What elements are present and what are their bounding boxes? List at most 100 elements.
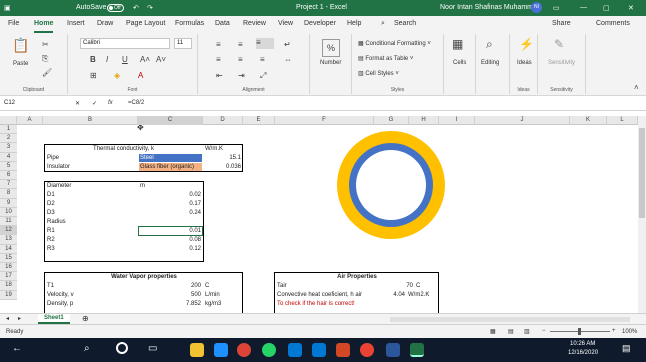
cell-c14[interactable]: 0.12	[139, 245, 202, 253]
cell-b18[interactable]: Velocity, v	[46, 291, 136, 299]
format-as-table-button[interactable]: ▤ Format as Table ˅	[358, 55, 413, 62]
powerpoint-icon[interactable]	[336, 343, 350, 357]
tab-help[interactable]: Help	[347, 20, 361, 27]
borders-icon[interactable]: ⊞	[90, 71, 97, 81]
align-left-icon[interactable]: ≡	[216, 55, 221, 65]
search-box[interactable]: Search	[394, 20, 416, 27]
cell-h17[interactable]: 70	[386, 282, 414, 290]
cell-d3[interactable]: W/m.K	[204, 145, 242, 153]
row-header[interactable]: 1	[0, 125, 17, 135]
cell-c13[interactable]: 0.08	[139, 236, 202, 244]
avatar[interactable]: NI	[531, 2, 542, 13]
page-break-view-icon[interactable]: ▥	[524, 328, 530, 335]
cell-styles-button[interactable]: ▥ Cell Styles ˅	[358, 70, 399, 77]
insert-function-icon[interactable]: fx	[108, 100, 113, 106]
file-explorer-icon[interactable]	[190, 343, 204, 357]
cell-c4[interactable]: Steel	[139, 154, 202, 162]
ribbon-display-icon[interactable]: ▭	[553, 4, 560, 12]
cell-b19[interactable]: Density, p	[46, 300, 136, 308]
maximize-icon[interactable]: ▢	[603, 4, 610, 12]
tab-page-layout[interactable]: Page Layout	[126, 20, 165, 27]
whatsapp-icon[interactable]	[262, 343, 276, 357]
cell-c5[interactable]: Glass fiber (organic)	[139, 163, 202, 171]
editing-icon[interactable]: ⌕	[486, 38, 493, 50]
cell-c8[interactable]: 0.02	[139, 191, 202, 199]
copy-icon[interactable]: ⎘	[42, 54, 48, 64]
cell-d18[interactable]: L/min	[204, 291, 242, 299]
align-middle-icon[interactable]: ≡	[238, 40, 243, 50]
number-button[interactable]: Number	[320, 60, 341, 66]
cell-b3[interactable]: Thermal conductivity, k	[46, 145, 201, 153]
notifications-icon[interactable]: ▤	[622, 343, 631, 354]
worksheet-grid[interactable]: 1 2 3 4 5 6 7 8 9 10 11 12 13 14 15 16 1…	[0, 125, 638, 313]
col-F[interactable]: F	[275, 116, 374, 125]
tab-draw[interactable]: Draw	[97, 20, 113, 27]
cells-button[interactable]: Cells	[453, 60, 466, 66]
save-icon[interactable]: ▣	[4, 4, 11, 12]
mail-icon[interactable]	[288, 343, 302, 357]
ideas-icon[interactable]: ⚡	[519, 38, 534, 50]
comments-button[interactable]: Comments	[596, 20, 630, 27]
cell-b14[interactable]: R3	[46, 245, 136, 253]
col-K[interactable]: K	[570, 116, 607, 125]
select-all-corner[interactable]	[0, 116, 17, 125]
underline-button[interactable]: U	[122, 55, 128, 65]
page-layout-view-icon[interactable]: ▤	[508, 328, 514, 335]
align-bottom-icon[interactable]: ≡	[256, 38, 274, 49]
row-header[interactable]: 8	[0, 189, 17, 199]
cell-f19[interactable]: To check if the hair is correct!	[276, 300, 438, 308]
bold-button[interactable]: B	[90, 55, 96, 65]
cell-d5[interactable]: 0.036	[204, 163, 242, 171]
number-format-icon[interactable]: %	[322, 39, 340, 57]
cell-c17[interactable]: 200	[139, 282, 202, 290]
tab-file[interactable]: File	[8, 20, 19, 27]
cell-b11[interactable]: Radius	[46, 218, 136, 226]
cell-b5[interactable]: Insulator	[46, 163, 136, 171]
ideas-button[interactable]: Ideas	[517, 60, 532, 66]
tab-view[interactable]: View	[278, 20, 293, 27]
tab-data[interactable]: Data	[215, 20, 230, 27]
font-name-input[interactable]: Calibri	[80, 38, 170, 49]
col-E[interactable]: E	[243, 116, 275, 125]
cell-b16[interactable]: Water Vapor properties	[46, 273, 242, 281]
minimize-icon[interactable]: —	[580, 4, 587, 11]
italic-button[interactable]: I	[106, 55, 108, 65]
close-icon[interactable]: ✕	[628, 4, 634, 12]
col-C[interactable]: C	[138, 116, 203, 125]
sheet-tab-sheet1[interactable]: Sheet1	[38, 314, 70, 324]
col-J[interactable]: J	[475, 116, 570, 125]
cell-d19[interactable]: kg/m3	[204, 300, 242, 308]
cell-c12-selected[interactable]: 0.01	[138, 226, 203, 236]
row-header[interactable]: 3	[0, 143, 17, 153]
cell-f16[interactable]: Air Properties	[276, 273, 438, 281]
excel-taskbar-icon[interactable]	[410, 343, 424, 357]
back-icon[interactable]: ←	[12, 343, 22, 354]
clock-time[interactable]: 10:26 AM	[570, 341, 595, 347]
cell-f18[interactable]: Convective heat coeficient, h air	[276, 291, 386, 299]
cell-d4[interactable]: 15.1	[204, 154, 242, 162]
tab-developer[interactable]: Developer	[304, 20, 336, 27]
autosave-toggle[interactable]: Off	[107, 4, 124, 12]
align-right-icon[interactable]: ≡	[260, 55, 265, 65]
col-L[interactable]: L	[607, 116, 638, 125]
tab-home[interactable]: Home	[34, 20, 54, 33]
paste-button[interactable]: Paste	[13, 61, 28, 67]
cell-b13[interactable]: R2	[46, 236, 136, 244]
row-header[interactable]: 19	[0, 290, 17, 300]
pipe-cross-section-drawing[interactable]	[335, 129, 447, 241]
cell-b8[interactable]: D1	[46, 191, 136, 199]
cell-b4[interactable]: Pipe	[46, 154, 136, 162]
undo-icon[interactable]: ↶	[133, 4, 139, 12]
sensitivity-button[interactable]: Sensitivity	[548, 60, 575, 66]
search-taskbar-icon[interactable]: ⌕	[84, 343, 90, 354]
horizontal-scrollbar[interactable]	[390, 317, 630, 322]
formula-input[interactable]: =C8/2	[128, 100, 144, 106]
media-icon[interactable]	[360, 343, 374, 357]
align-center-icon[interactable]: ≡	[238, 55, 243, 65]
row-header[interactable]: 15	[0, 253, 17, 263]
tab-insert[interactable]: Insert	[67, 20, 85, 27]
fill-color-icon[interactable]: ◈	[114, 71, 120, 81]
cell-b17[interactable]: T1	[46, 282, 136, 290]
cell-c10[interactable]: 0.24	[139, 209, 202, 217]
cell-f17[interactable]: Tair	[276, 282, 386, 290]
